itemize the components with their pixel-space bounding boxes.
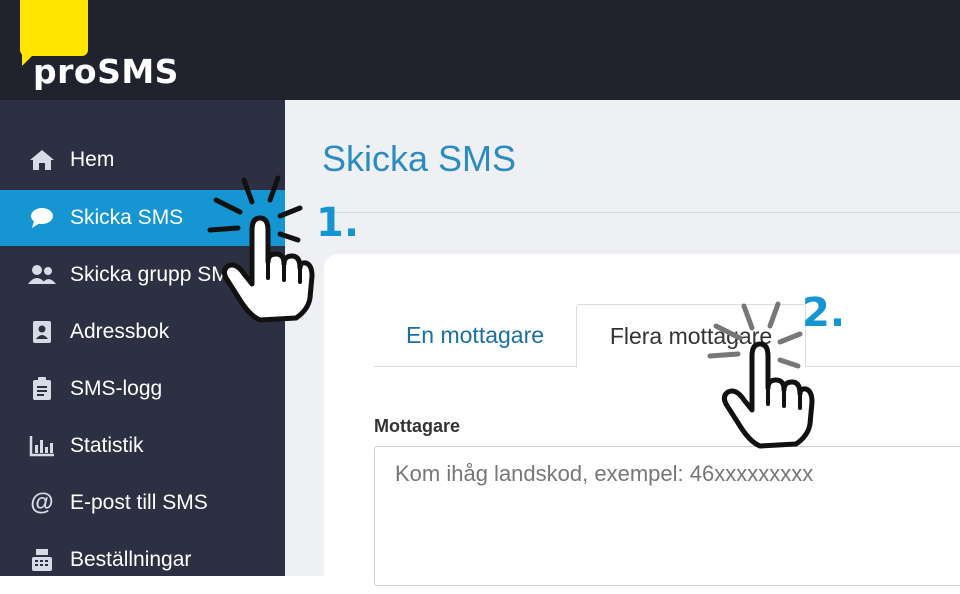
cash-register-icon	[28, 546, 56, 574]
sidebar-item-label: E-post till SMS	[70, 491, 208, 514]
sidebar-item-bestallningar[interactable]: Beställningar	[0, 532, 285, 588]
chat-bubble-icon	[28, 204, 56, 232]
pointing-hand-icon	[207, 175, 315, 323]
address-book-icon	[28, 318, 56, 346]
sidebar-item-label: Skicka SMS	[70, 206, 184, 229]
home-icon	[28, 146, 56, 174]
clipboard-icon	[28, 375, 56, 403]
sidebar-item-e-post-till-sms[interactable]: @ E-post till SMS	[0, 475, 285, 531]
step-1-annotation: 1.	[316, 200, 360, 246]
logo-speech-bubble	[20, 0, 88, 56]
brand-logo[interactable]: proSMS	[33, 52, 179, 91]
sidebar-item-label: Hem	[70, 148, 115, 171]
bar-chart-icon	[28, 432, 56, 460]
pointing-hand-icon	[707, 301, 815, 449]
sidebar-item-sms-logg[interactable]: SMS-logg	[0, 361, 285, 417]
recipient-input[interactable]	[374, 446, 960, 586]
sidebar-item-statistik[interactable]: Statistik	[0, 418, 285, 474]
users-icon	[28, 261, 56, 289]
sidebar-item-label: Adressbok	[70, 320, 170, 343]
sidebar-item-label: Statistik	[70, 434, 144, 457]
recipient-label: Mottagare	[374, 416, 461, 436]
title-divider	[322, 212, 960, 213]
at-sign-icon: @	[30, 489, 54, 516]
sidebar-item-label: SMS-logg	[70, 377, 163, 400]
top-bar: proSMS	[0, 0, 960, 100]
sidebar-item-label: Beställningar	[70, 548, 192, 571]
page-title: Skicka SMS	[322, 138, 517, 179]
tab-en-mottagare[interactable]: En mottagare	[374, 304, 576, 366]
